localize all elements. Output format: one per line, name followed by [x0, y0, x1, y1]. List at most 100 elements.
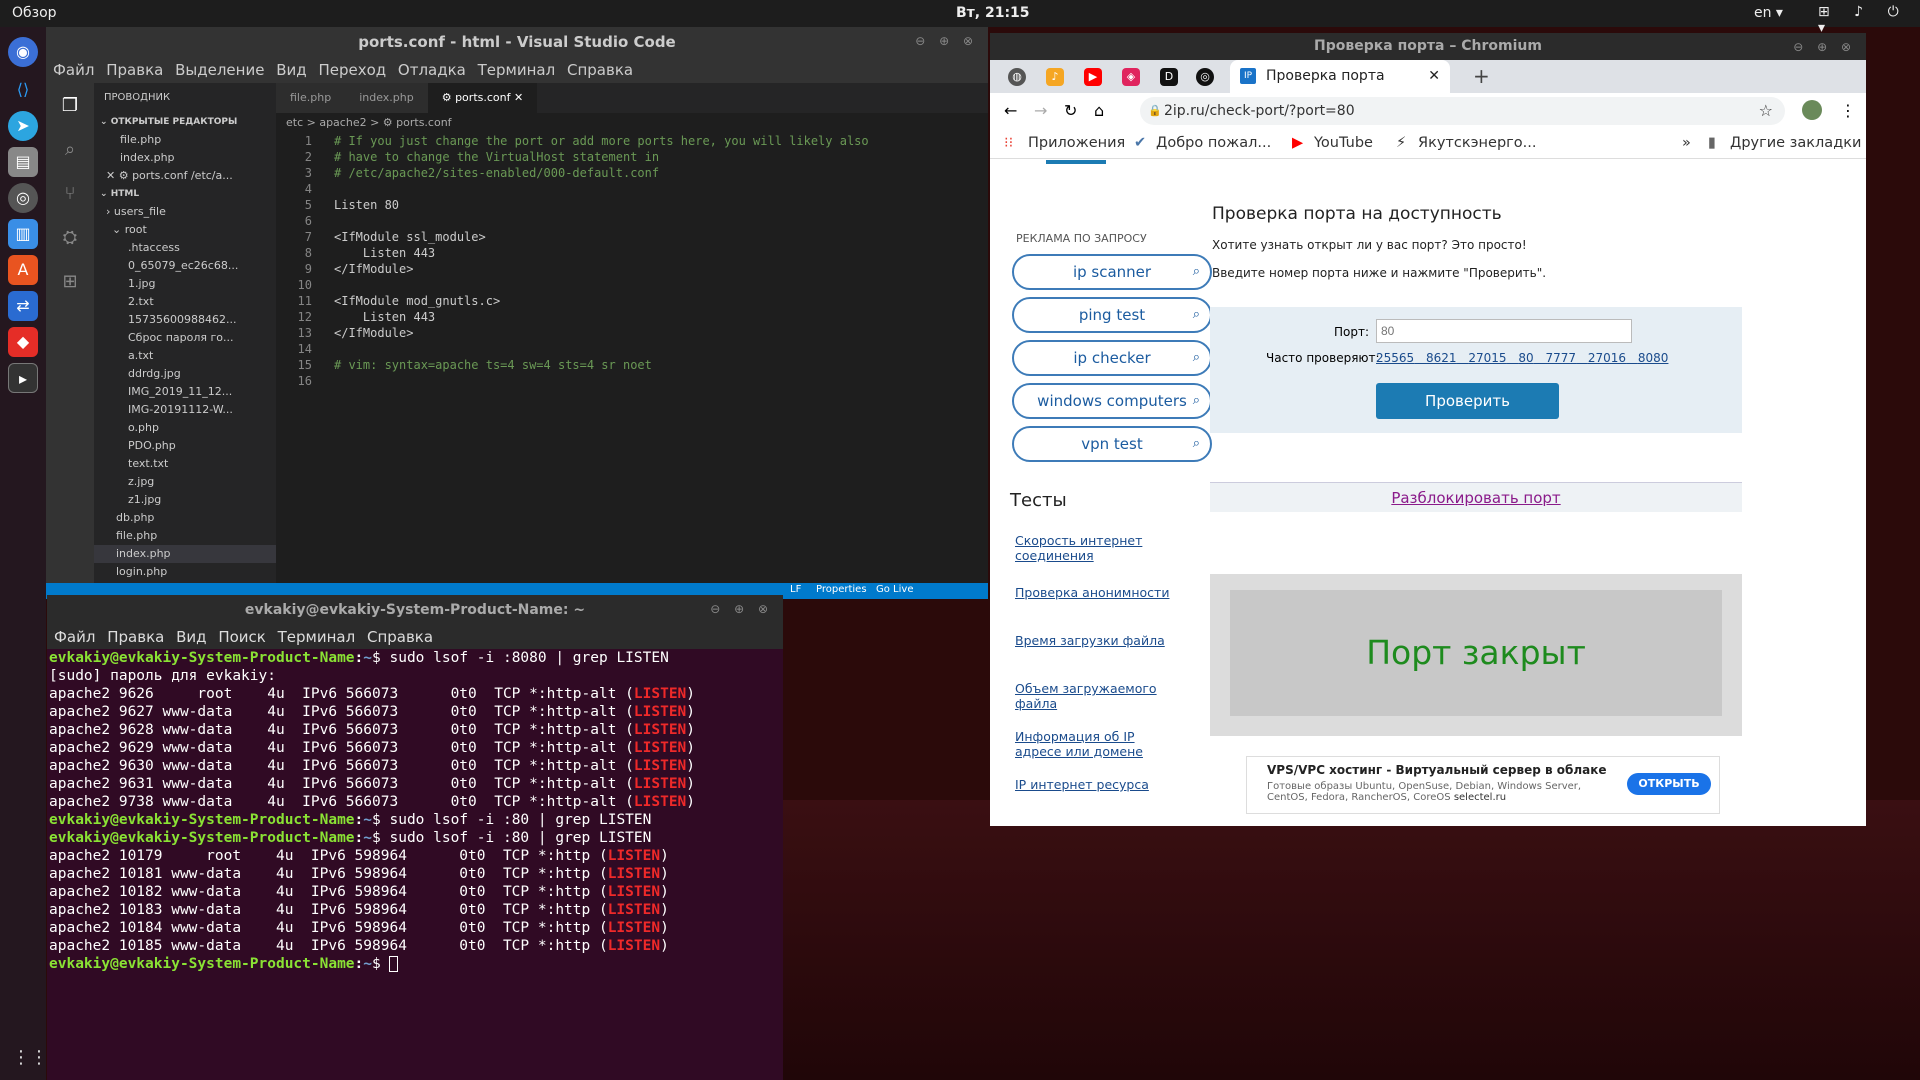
tab-ports-conf[interactable]: ⚙ ports.conf ✕: [427, 83, 538, 113]
menu-go[interactable]: Переход: [318, 61, 386, 79]
github-icon[interactable]: ◎: [1196, 68, 1214, 86]
pinned-tab-icon[interactable]: ◈: [1122, 68, 1140, 86]
term-menu-file[interactable]: Файл: [54, 628, 95, 646]
menu-selection[interactable]: Выделение: [175, 61, 264, 79]
tree-item[interactable]: ddrdg.jpg: [94, 365, 276, 383]
menu-icon[interactable]: ⋮: [1840, 101, 1856, 120]
tree-item[interactable]: PDO.php: [94, 437, 276, 455]
tree-item[interactable]: login.php: [94, 563, 276, 581]
test-link[interactable]: IP интернет ресурса: [1015, 777, 1149, 792]
tree-item[interactable]: db.php: [94, 509, 276, 527]
bookmark-yakutskenergo[interactable]: Якутскэнерго...: [1418, 135, 1536, 151]
term-menu-help[interactable]: Справка: [367, 628, 433, 646]
term-menu-terminal[interactable]: Терминал: [278, 628, 356, 646]
vscode-window-controls[interactable]: ⊖ ⊕ ⊗: [915, 34, 978, 48]
files-icon[interactable]: ▤: [8, 147, 38, 177]
tree-item[interactable]: 2.txt: [94, 293, 276, 311]
port-link[interactable]: 7777: [1546, 351, 1577, 365]
test-link[interactable]: Информация об IP адресе или домене: [1015, 729, 1165, 759]
chromium-window-controls[interactable]: ⊖ ⊕ ⊗: [1793, 40, 1856, 54]
terminal-window-controls[interactable]: ⊖ ⊕ ⊗: [710, 602, 773, 616]
menu-help[interactable]: Справка: [567, 61, 633, 79]
menu-file[interactable]: Файл: [53, 61, 94, 79]
test-link[interactable]: Объем загружаемого файла: [1015, 681, 1175, 711]
test-link[interactable]: Время загрузки файла: [1015, 633, 1165, 648]
tab-file-php[interactable]: file.php: [276, 83, 346, 113]
address-bar[interactable]: 🔒 2ip.ru/check-port/?port=80 ☆: [1140, 97, 1785, 125]
bookmark-star-icon[interactable]: ☆: [1759, 97, 1773, 125]
tab-index-php[interactable]: index.php: [345, 83, 428, 113]
term-menu-view[interactable]: Вид: [176, 628, 206, 646]
ad-button[interactable]: windows computers ⌕: [1012, 383, 1212, 419]
ad-banner[interactable]: VPS/VPC хостинг - Виртуальный сервер в о…: [1246, 756, 1720, 814]
ad-button[interactable]: vpn test ⌕: [1012, 426, 1212, 462]
more-bookmarks-icon[interactable]: »: [1682, 135, 1691, 151]
system-tray[interactable]: ⊞ ♪ ⏻ ▾: [1818, 4, 1920, 36]
pinned-tab-icon[interactable]: ♪: [1046, 68, 1064, 86]
active-tab[interactable]: IP Проверка порта ✕: [1230, 60, 1450, 93]
html-folder-header[interactable]: ⌄ HTML: [94, 185, 276, 203]
tree-item[interactable]: › users_file: [94, 203, 276, 221]
tab-close-icon[interactable]: ✕: [1428, 60, 1440, 93]
new-tab-icon[interactable]: +: [1473, 64, 1490, 88]
rhythmbox-icon[interactable]: ◎: [8, 183, 38, 213]
term-menu-search[interactable]: Поиск: [218, 628, 266, 646]
bookmark-apps[interactable]: Приложения: [1028, 135, 1125, 151]
open-editor-item[interactable]: ✕ ⚙ ports.conf /etc/a...: [94, 167, 276, 185]
tree-item[interactable]: .htaccess: [94, 239, 276, 257]
test-link[interactable]: Проверка анонимности: [1015, 585, 1169, 600]
language-indicator[interactable]: en ▾: [1754, 5, 1783, 21]
breadcrumb[interactable]: etc > apache2 > ⚙ ports.conf: [276, 113, 988, 133]
activities-button[interactable]: Обзор: [12, 5, 57, 21]
port-link[interactable]: 80: [1518, 351, 1533, 365]
tree-item[interactable]: index.php: [94, 545, 276, 563]
tree-item[interactable]: IMG-20191112-W...: [94, 401, 276, 419]
home-icon[interactable]: ⌂: [1094, 101, 1104, 120]
pinned-tab-icon[interactable]: D: [1160, 68, 1178, 86]
debug-icon[interactable]: ⛭: [58, 227, 82, 251]
menu-debug[interactable]: Отладка: [398, 61, 466, 79]
pinned-tab-icon[interactable]: ◍: [1008, 68, 1026, 86]
source-control-icon[interactable]: ⑂: [58, 183, 82, 207]
test-link[interactable]: Скорость интернет соединения: [1015, 533, 1175, 563]
menu-edit[interactable]: Правка: [106, 61, 163, 79]
ad-button[interactable]: ip scanner ⌕: [1012, 254, 1212, 290]
avatar[interactable]: [1802, 100, 1822, 120]
code-editor[interactable]: 1 # If you just change the port or add mo…: [276, 133, 988, 389]
terminal-icon[interactable]: ▸: [8, 363, 38, 393]
menu-terminal[interactable]: Терминал: [478, 61, 556, 79]
open-editor-item[interactable]: index.php: [94, 149, 276, 167]
remote-icon[interactable]: ⇄: [8, 291, 38, 321]
tree-item[interactable]: ⌄ root: [94, 221, 276, 239]
term-menu-edit[interactable]: Правка: [107, 628, 164, 646]
software-center-icon[interactable]: A: [8, 255, 38, 285]
bookmark-youtube[interactable]: YouTube: [1314, 135, 1373, 151]
port-input[interactable]: [1376, 319, 1632, 343]
writer-icon[interactable]: ▥: [8, 219, 38, 249]
tree-item[interactable]: o.php: [94, 419, 276, 437]
status-eol[interactable]: LF: [790, 584, 801, 595]
unblock-port-link[interactable]: Разблокировать порт: [1210, 482, 1742, 512]
back-icon[interactable]: ←: [1004, 101, 1017, 120]
check-button[interactable]: Проверить: [1376, 383, 1559, 419]
port-link[interactable]: 8621: [1426, 351, 1457, 365]
telegram-icon[interactable]: ➤: [8, 111, 38, 141]
vscode-icon[interactable]: ⟨⟩: [8, 75, 38, 105]
search-icon[interactable]: ⌕: [58, 139, 82, 163]
forward-icon[interactable]: →: [1034, 101, 1047, 120]
anydesk-icon[interactable]: ◆: [8, 327, 38, 357]
menu-view[interactable]: Вид: [276, 61, 306, 79]
tree-item[interactable]: a.txt: [94, 347, 276, 365]
tree-item[interactable]: z1.jpg: [94, 491, 276, 509]
status-golive[interactable]: Go Live: [876, 584, 913, 595]
chromium-icon[interactable]: ◉: [8, 37, 38, 67]
terminal-output[interactable]: evkakiy@evkakiy-System-Product-Name:~$ s…: [47, 649, 783, 973]
tree-item[interactable]: file.php: [94, 527, 276, 545]
reload-icon[interactable]: ↻: [1064, 101, 1077, 120]
tree-item[interactable]: Сброс пароля го...: [94, 329, 276, 347]
clock[interactable]: Вт, 21:15: [956, 5, 1030, 21]
tree-item[interactable]: text.txt: [94, 455, 276, 473]
tree-item[interactable]: 1.jpg: [94, 275, 276, 293]
open-editors-header[interactable]: ⌄ ОТКРЫТЫЕ РЕДАКТОРЫ: [94, 113, 276, 131]
youtube-pinned-icon[interactable]: ▶: [1084, 68, 1102, 86]
